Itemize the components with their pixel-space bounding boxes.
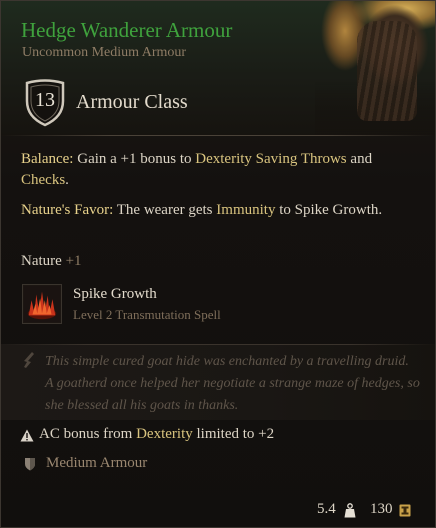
balance-label: Balance: — [21, 151, 74, 167]
checks-keyword[interactable]: Checks — [21, 172, 65, 188]
balance-text: . — [65, 172, 69, 188]
skill-bonus: +1 — [65, 253, 82, 269]
natures-favor-property: Nature's Favor: The wearer gets Immunity… — [21, 200, 421, 221]
natures-favor-label: Nature's Favor: — [21, 202, 114, 218]
item-tooltip: Hedge Wanderer Armour Uncommon Medium Ar… — [0, 0, 436, 528]
tooltip-header: Hedge Wanderer Armour Uncommon Medium Ar… — [1, 1, 435, 136]
warning-icon — [20, 429, 34, 442]
limit-text: limited to +2 — [192, 426, 275, 442]
gold-coin-icon — [399, 504, 411, 517]
price-value: 130 — [370, 501, 393, 517]
balance-text: and — [346, 151, 373, 167]
dexterity-keyword[interactable]: Dexterity — [136, 426, 193, 442]
limit-text: AC bonus from — [39, 426, 137, 442]
saving-throws-keyword[interactable]: Saving Throws — [256, 151, 347, 167]
armour-class-value: 13 — [35, 89, 55, 111]
balance-property: Balance: Gain a +1 bonus to Dexterity Sa… — [21, 149, 421, 191]
item-type: Uncommon Medium Armour — [22, 45, 187, 60]
immunity-keyword[interactable]: Immunity — [216, 202, 275, 218]
dexterity-limit-note: AC bonus from Dexterity limited to +2 — [39, 426, 274, 443]
skill-name: Nature — [21, 253, 62, 269]
quill-icon — [24, 352, 34, 368]
spell-name[interactable]: Spike Growth — [73, 286, 157, 303]
proficiency-label: Medium Armour — [46, 455, 148, 471]
dexterity-keyword[interactable]: Dexterity — [195, 151, 252, 167]
spell-subtitle: Level 2 Transmutation Spell — [73, 307, 221, 322]
spike-growth-icon[interactable] — [22, 284, 62, 324]
lore-text: This simple cured goat hide was enchante… — [45, 354, 420, 413]
weight-icon — [344, 503, 356, 518]
weight-value: 5.4 — [317, 501, 336, 517]
nature-skill-bonus: Nature +1 — [21, 253, 82, 270]
item-name: Hedge Wanderer Armour — [21, 18, 233, 42]
balance-text: Gain a +1 bonus to — [73, 151, 196, 167]
natures-favor-text: to Spike Growth. — [275, 202, 383, 218]
fur-armour-icon — [315, 1, 435, 136]
medium-armour-icon — [25, 458, 35, 471]
armour-class-label: Armour Class — [76, 91, 188, 113]
natures-favor-text: The wearer gets — [113, 202, 217, 218]
